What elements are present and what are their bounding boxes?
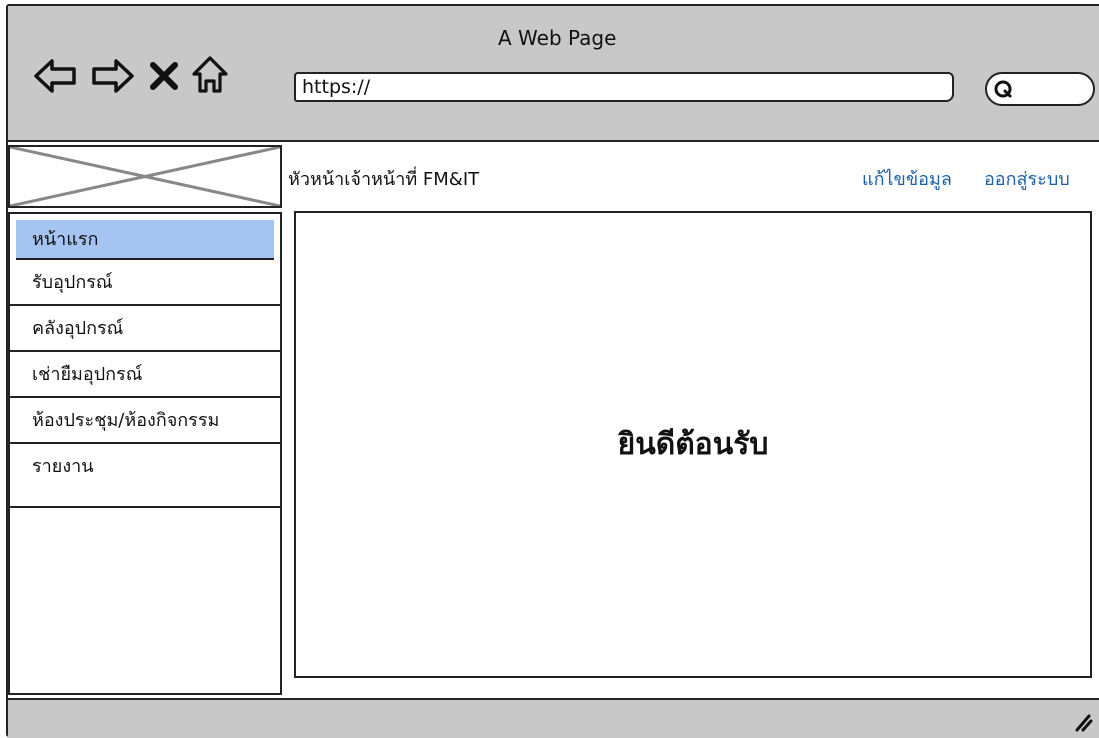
resize-grip-icon[interactable]: [1067, 708, 1093, 732]
sidebar-item-receive-equipment[interactable]: รับอุปกรณ์: [10, 260, 280, 306]
close-icon[interactable]: [148, 60, 180, 92]
sidebar-item-reports[interactable]: รายงาน: [10, 444, 280, 490]
edit-profile-link[interactable]: แก้ไขข้อมูล: [862, 164, 952, 193]
main-content-panel: ยินดีต้อนรับ: [294, 211, 1092, 678]
logo-placeholder: [8, 145, 282, 208]
sidebar-menu: หน้าแรก รับอุปกรณ์ คลังอุปกรณ์ เช่ายืมอุ…: [10, 214, 280, 508]
sidebar: หน้าแรก รับอุปกรณ์ คลังอุปกรณ์ เช่ายืมอุ…: [8, 212, 282, 695]
browser-chrome: A Web Page https://: [8, 6, 1099, 142]
forward-arrow-icon[interactable]: [90, 56, 136, 96]
sidebar-item-meeting-rooms[interactable]: ห้องประชุม/ห้องกิจกรรม: [10, 398, 280, 444]
sidebar-item-equipment-inventory[interactable]: คลังอุปกรณ์: [10, 306, 280, 352]
sidebar-item-equipment-rental[interactable]: เช่ายืมอุปกรณ์: [10, 352, 280, 398]
search-box[interactable]: [985, 72, 1095, 106]
back-arrow-icon[interactable]: [32, 56, 78, 96]
top-header: หัวหน้าเจ้าหน้าที่ FM&IT แก้ไขข้อมูล ออก…: [288, 150, 1099, 205]
welcome-heading: ยินดีต้อนรับ: [617, 427, 769, 462]
search-icon: [994, 80, 1012, 98]
url-bar[interactable]: https://: [294, 72, 954, 102]
sidebar-item-home[interactable]: หน้าแรก: [16, 220, 274, 260]
page-title: A Web Page: [498, 26, 617, 50]
user-role-label: หัวหน้าเจ้าหน้าที่ FM&IT: [288, 169, 480, 190]
logout-link[interactable]: ออกสู่ระบบ: [984, 164, 1070, 193]
status-bar: [8, 698, 1099, 738]
home-icon[interactable]: [190, 54, 230, 96]
